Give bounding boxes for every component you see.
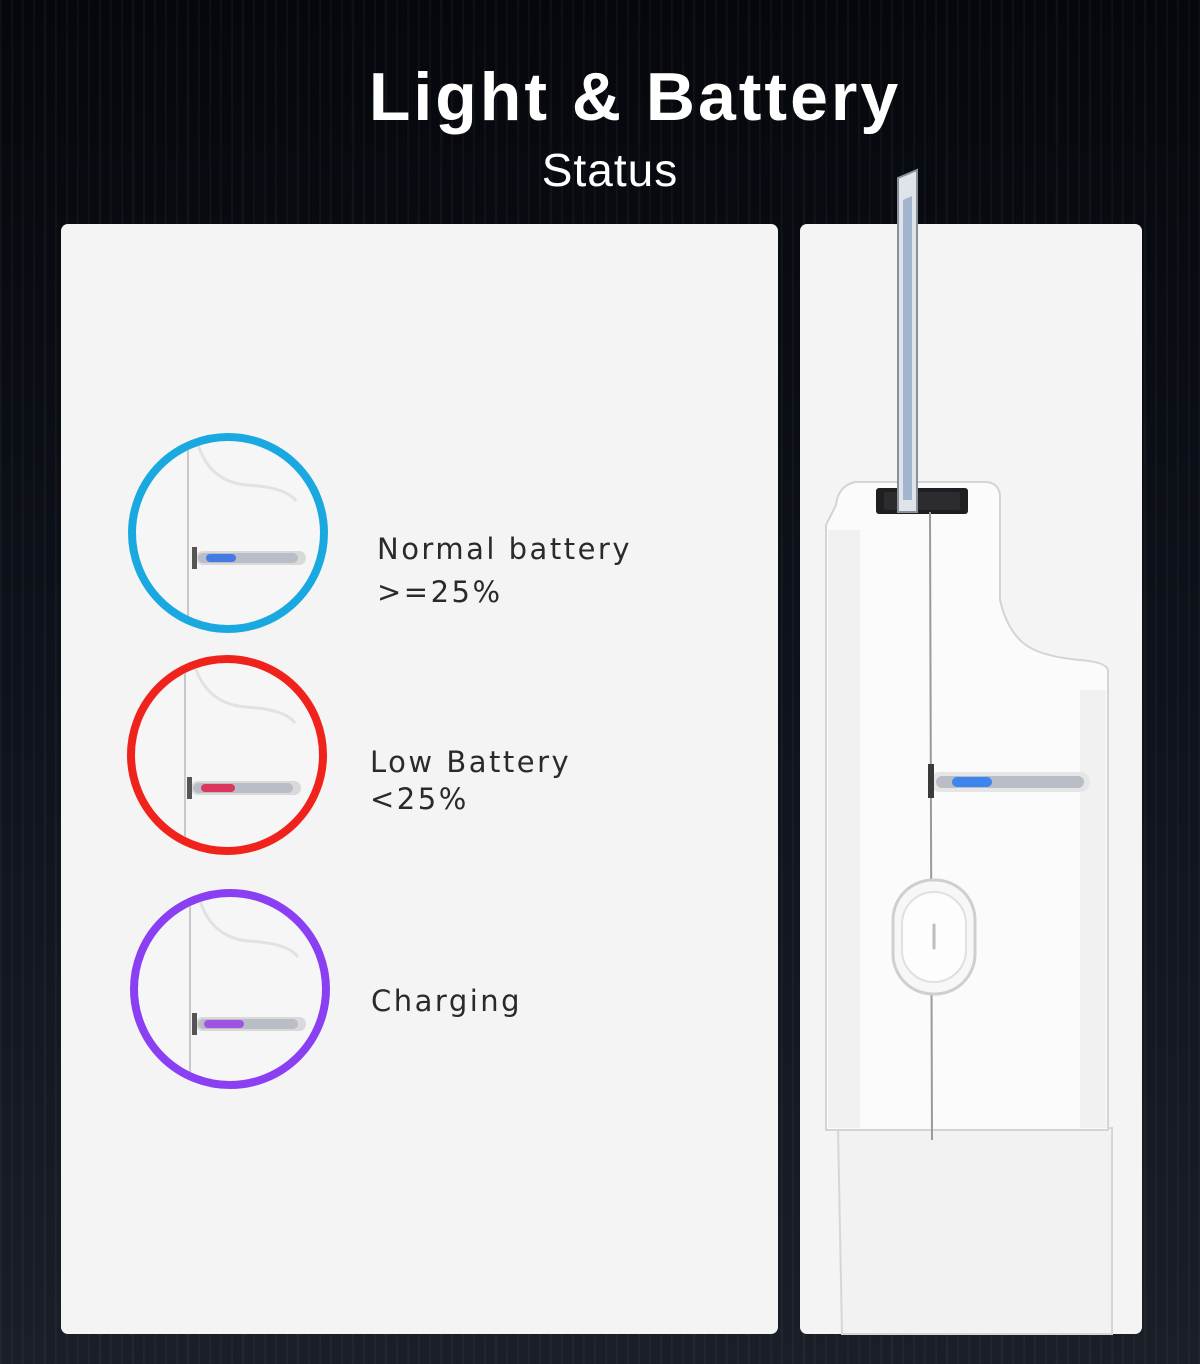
device-illustration xyxy=(825,168,1113,1335)
